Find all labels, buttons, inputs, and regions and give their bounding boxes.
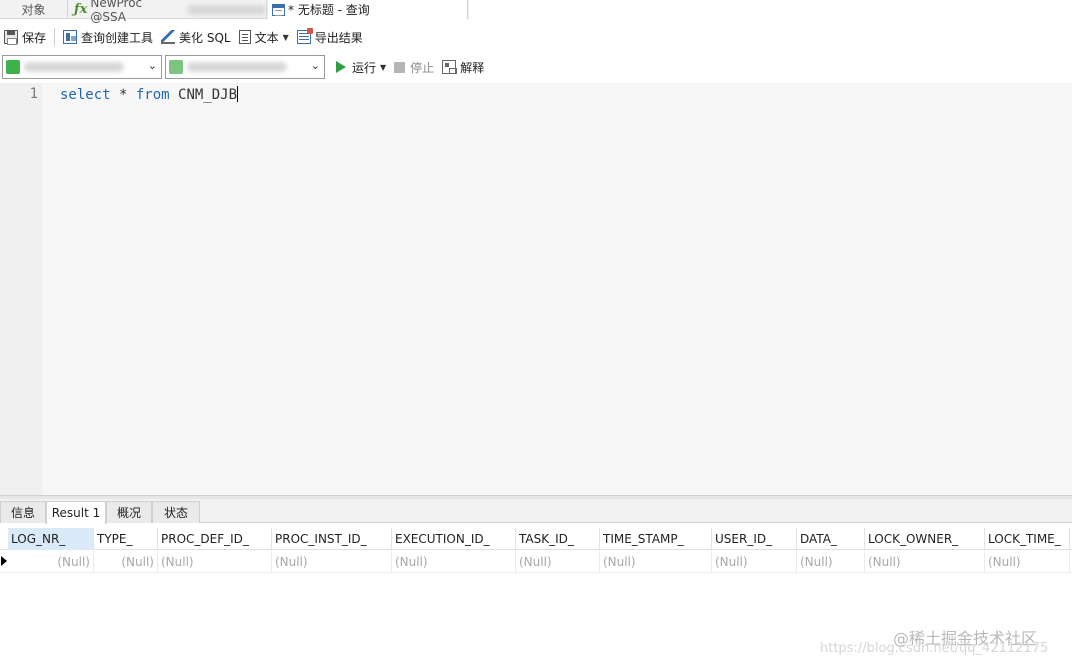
stop-label: 停止	[410, 60, 435, 75]
tab-result-1-label: Result 1	[51, 506, 101, 520]
tab-status-label: 状态	[163, 506, 188, 520]
sql-keyword-select: select	[60, 87, 111, 103]
table-cell[interactable]: (Null)	[985, 551, 1070, 573]
redacted-connection-name	[186, 4, 266, 15]
query-toolbar: 保存 查询创建工具 美化 SQL 文本 ▼ 导出结果	[0, 26, 1072, 48]
column-header-type[interactable]: TYPE_	[94, 528, 158, 550]
column-header-task-id[interactable]: TASK_ID_	[516, 528, 600, 550]
query-builder-button[interactable]: 查询创建工具	[59, 26, 157, 48]
column-header-data[interactable]: DATA_	[797, 528, 865, 550]
column-header-proc-inst-id[interactable]: PROC_INST_ID_	[272, 528, 392, 550]
text-icon	[238, 30, 251, 44]
current-row-marker-icon	[1, 556, 7, 566]
stop-button[interactable]: 停止	[390, 56, 438, 78]
table-cell[interactable]: (Null)	[272, 551, 392, 573]
sql-code-line[interactable]: select * from CNM_DJB	[60, 86, 239, 103]
text-button[interactable]: 文本 ▼	[235, 26, 293, 48]
tab-new-proc-label: NewProc @SSA	[90, 0, 143, 24]
sql-editor[interactable]: 1 select * from CNM_DJB	[0, 83, 1072, 495]
column-header-lock-owner[interactable]: LOCK_OWNER_	[865, 528, 985, 550]
query-builder-label: 查询创建工具	[81, 30, 154, 45]
table-row[interactable]: (Null) (Null) (Null) (Null) (Null) (Null…	[0, 551, 1072, 573]
table-cell[interactable]: (Null)	[797, 551, 865, 573]
export-results-button[interactable]: 导出结果	[293, 26, 367, 48]
chevron-down-icon[interactable]: ▼	[380, 63, 386, 72]
run-controls: 运行 ▼ 停止 解释	[332, 56, 488, 78]
document-tab-bar: 对象 ƒx NewProc @SSA * 无标题 - 查询	[0, 0, 1072, 24]
sql-keyword-from: from	[135, 87, 170, 103]
column-header-lock-time[interactable]: LOCK_TIME_	[985, 528, 1070, 550]
query-builder-icon	[63, 30, 78, 44]
tab-info[interactable]: 信息	[0, 501, 46, 523]
function-icon: ƒx	[74, 2, 88, 17]
column-header-time-stamp[interactable]: TIME_STAMP_	[600, 528, 712, 550]
line-number: 1	[29, 86, 38, 102]
column-header-proc-def-id[interactable]: PROC_DEF_ID_	[158, 528, 272, 550]
table-cell[interactable]: (Null)	[392, 551, 516, 573]
tab-result-1[interactable]: Result 1	[46, 501, 106, 524]
tab-info-label: 信息	[10, 506, 35, 520]
connection-toolbar: ⌄ ⌄ 运行 ▼ 停止 解释	[0, 54, 1072, 80]
query-table-icon	[272, 3, 285, 16]
toolbar-separator	[54, 28, 56, 46]
stop-icon	[394, 61, 406, 73]
grid-header-row: LOG_NR_ TYPE_ PROC_DEF_ID_ PROC_INST_ID_…	[0, 528, 1072, 550]
tab-untitled-query[interactable]: * 无标题 - 查询	[268, 0, 468, 19]
run-button[interactable]: 运行 ▼	[332, 56, 390, 78]
beautify-sql-button[interactable]: 美化 SQL	[157, 26, 235, 48]
run-label: 运行	[352, 60, 377, 75]
tab-new-proc[interactable]: ƒx NewProc @SSA	[69, 0, 267, 24]
table-cell[interactable]: (Null)	[94, 551, 158, 573]
beautify-sql-label: 美化 SQL	[179, 30, 231, 45]
save-label: 保存	[22, 30, 47, 45]
chevron-down-icon[interactable]: ▼	[283, 33, 289, 42]
tab-bar-empty-area	[469, 0, 1072, 19]
export-results-label: 导出结果	[314, 30, 363, 45]
redacted-connection-value	[24, 62, 124, 72]
save-button[interactable]: 保存	[0, 26, 50, 48]
explain-label: 解释	[460, 60, 485, 75]
explain-button[interactable]: 解释	[438, 56, 488, 78]
column-header-user-id[interactable]: USER_ID_	[712, 528, 797, 550]
database-select[interactable]: ⌄	[165, 55, 325, 79]
explain-icon	[442, 60, 458, 74]
play-icon	[336, 61, 346, 73]
column-header-log-nr[interactable]: LOG_NR_	[8, 528, 94, 550]
tab-profile-label: 概况	[116, 506, 141, 520]
save-icon	[4, 30, 18, 45]
chevron-down-icon[interactable]: ⌄	[311, 59, 320, 72]
tab-untitled-query-label: * 无标题 - 查询	[288, 3, 370, 17]
tab-status[interactable]: 状态	[152, 501, 200, 523]
table-cell[interactable]: (Null)	[8, 551, 94, 573]
watermark-url: https://blog.csdn.net/qq_42112175	[820, 641, 1049, 656]
connection-select[interactable]: ⌄	[2, 55, 162, 79]
table-cell[interactable]: (Null)	[600, 551, 712, 573]
column-header-execution-id[interactable]: EXECUTION_ID_	[392, 528, 516, 550]
tab-objects-label: 对象	[21, 3, 46, 17]
export-icon	[296, 28, 313, 44]
result-tabs: 信息 Result 1 概况 状态	[0, 499, 1072, 524]
table-cell[interactable]: (Null)	[712, 551, 797, 573]
line-number-gutter: 1	[0, 83, 42, 495]
database-icon	[169, 60, 183, 74]
beautify-sql-icon	[161, 30, 176, 44]
tab-objects[interactable]: 对象	[0, 0, 68, 19]
table-cell[interactable]: (Null)	[516, 551, 600, 573]
redacted-database-value	[187, 62, 287, 72]
connection-icon	[6, 60, 20, 74]
sql-star: *	[110, 87, 136, 103]
table-cell[interactable]: (Null)	[865, 551, 985, 573]
text-cursor	[237, 86, 239, 102]
chevron-down-icon[interactable]: ⌄	[148, 59, 157, 72]
sql-table-name: CNM_DJB	[169, 87, 238, 103]
table-cell[interactable]: (Null)	[158, 551, 272, 573]
text-label: 文本	[254, 30, 279, 45]
tab-profile[interactable]: 概况	[106, 501, 152, 523]
